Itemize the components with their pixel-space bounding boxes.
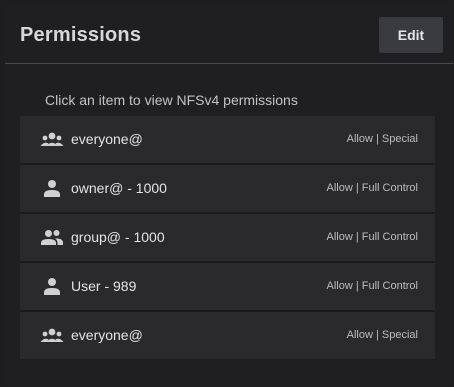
- permission-item-value: Allow | Full Control: [326, 231, 419, 243]
- permission-item-user[interactable]: User - 989 Allow | Full Control: [20, 263, 435, 310]
- hint-text: Click an item to view NFSv4 permissions: [45, 92, 298, 108]
- permission-item-name: group@ - 1000: [71, 229, 165, 245]
- permissions-list: everyone@ Allow | Special owner@ - 1000 …: [20, 116, 435, 359]
- person-icon: [40, 277, 64, 297]
- permission-item-everyone[interactable]: everyone@ Allow | Special: [20, 312, 435, 359]
- group-icon: [40, 130, 64, 150]
- permission-item-group[interactable]: group@ - 1000 Allow | Full Control: [20, 214, 435, 261]
- card-title: Permissions: [20, 24, 142, 46]
- permission-item-value: Allow | Special: [346, 133, 418, 145]
- permission-item-everyone[interactable]: everyone@ Allow | Special: [20, 116, 435, 163]
- permission-item-name: everyone@: [71, 131, 143, 147]
- permission-item-name: everyone@: [71, 327, 143, 343]
- permission-item-name: User - 989: [71, 278, 137, 294]
- permission-item-value: Allow | Full Control: [326, 280, 419, 292]
- people-icon: [40, 228, 64, 248]
- person-icon: [40, 179, 64, 199]
- permission-item-value: Allow | Special: [346, 329, 418, 341]
- card-header: Permissions Edit: [5, 4, 453, 64]
- permission-item-value: Allow | Full Control: [326, 182, 419, 194]
- permission-item-name: owner@ - 1000: [71, 180, 167, 196]
- edit-button[interactable]: Edit: [379, 17, 443, 53]
- permissions-card: Permissions Edit Click an item to view N…: [5, 4, 453, 386]
- permission-item-owner[interactable]: owner@ - 1000 Allow | Full Control: [20, 165, 435, 212]
- group-icon: [40, 326, 64, 346]
